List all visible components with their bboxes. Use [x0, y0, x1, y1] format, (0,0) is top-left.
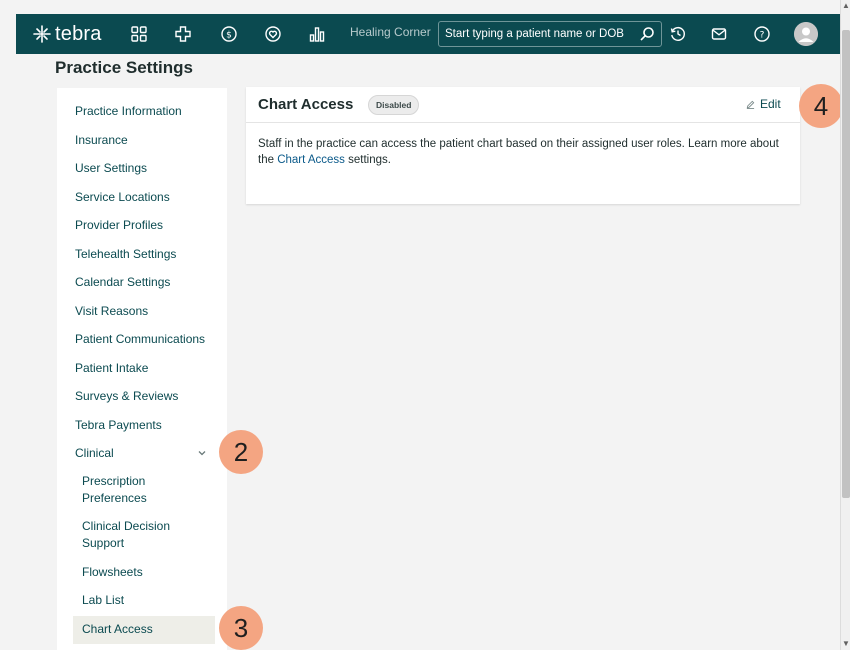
patient-search-input[interactable] — [439, 28, 625, 40]
sidebar-item-telehealth-settings[interactable]: Telehealth Settings — [75, 247, 176, 261]
logo-text: tebra — [55, 22, 102, 45]
edit-icon — [746, 100, 755, 109]
sidebar-item-practice-information[interactable]: Practice Information — [75, 104, 182, 118]
sidebar-item-service-locations[interactable]: Service Locations — [75, 190, 170, 204]
reports-icon[interactable] — [307, 24, 327, 44]
patient-engagement-icon[interactable] — [263, 24, 283, 44]
callout-marker: 4 — [799, 84, 843, 128]
scrollbar[interactable]: ▲ ▼ — [840, 0, 850, 650]
history-icon[interactable] — [668, 24, 688, 44]
mail-icon[interactable] — [709, 24, 729, 44]
chart-access-link[interactable]: Chart Access — [277, 154, 345, 166]
patient-search[interactable] — [438, 21, 662, 47]
sidebar-item-surveys-reviews[interactable]: Surveys & Reviews — [75, 389, 178, 403]
sidebar-item-tebra-payments[interactable]: Tebra Payments — [75, 418, 162, 432]
settings-sidebar: Practice Information Insurance User Sett… — [57, 88, 227, 650]
sidebar-item-clinical[interactable]: Clinical — [75, 446, 114, 460]
top-nav-bar: tebra $ Healing Corner ? — [16, 14, 840, 54]
edit-button[interactable]: Edit — [746, 97, 781, 111]
sidebar-subitem-flowsheets[interactable]: Flowsheets — [82, 564, 202, 581]
sidebar-item-visit-reasons[interactable]: Visit Reasons — [75, 304, 148, 318]
help-icon[interactable]: ? — [752, 24, 772, 44]
search-icon[interactable] — [639, 26, 655, 42]
sidebar-subitem-prescription-preferences[interactable]: Prescription Preferences — [82, 473, 202, 507]
card-header: Chart Access Disabled Edit — [246, 87, 800, 123]
chevron-down-icon[interactable] — [197, 448, 207, 458]
scroll-down-icon[interactable]: ▼ — [842, 640, 850, 648]
sidebar-item-user-settings[interactable]: User Settings — [75, 161, 147, 175]
card-title: Chart Access — [258, 96, 354, 113]
clinical-icon[interactable] — [173, 24, 193, 44]
svg-text:$: $ — [226, 31, 232, 41]
sidebar-item-provider-profiles[interactable]: Provider Profiles — [75, 218, 163, 232]
sidebar-subitem-chart-access[interactable]: Chart Access — [82, 621, 202, 638]
status-badge: Disabled — [368, 95, 420, 115]
tebra-logo[interactable]: tebra — [32, 23, 102, 46]
callout-marker: 2 — [219, 430, 263, 474]
page-title: Practice Settings — [55, 58, 193, 77]
sidebar-item-calendar-settings[interactable]: Calendar Settings — [75, 275, 170, 289]
sidebar-item-insurance[interactable]: Insurance — [75, 133, 128, 147]
description-text-end: settings. — [344, 154, 391, 166]
scroll-up-icon[interactable]: ▲ — [842, 2, 850, 10]
sidebar-item-patient-communications[interactable]: Patient Communications — [75, 332, 205, 346]
chart-access-card: Chart Access Disabled Edit Staff in the … — [246, 87, 800, 204]
billing-icon[interactable]: $ — [219, 24, 239, 44]
scroll-thumb[interactable] — [842, 30, 850, 498]
card-description: Staff in the practice can access the pat… — [246, 123, 800, 168]
svg-text:?: ? — [760, 31, 765, 41]
edit-label: Edit — [760, 97, 781, 111]
sidebar-subitem-lab-list[interactable]: Lab List — [82, 592, 202, 609]
logo-icon — [33, 25, 51, 43]
avatar-icon[interactable] — [794, 22, 818, 46]
callout-marker: 3 — [219, 606, 263, 650]
sidebar-item-patient-intake[interactable]: Patient Intake — [75, 361, 148, 375]
practice-name[interactable]: Healing Corner — [350, 25, 431, 39]
sidebar-subitem-clinical-decision-support[interactable]: Clinical Decision Support — [82, 518, 202, 552]
dashboard-icon[interactable] — [129, 24, 149, 44]
